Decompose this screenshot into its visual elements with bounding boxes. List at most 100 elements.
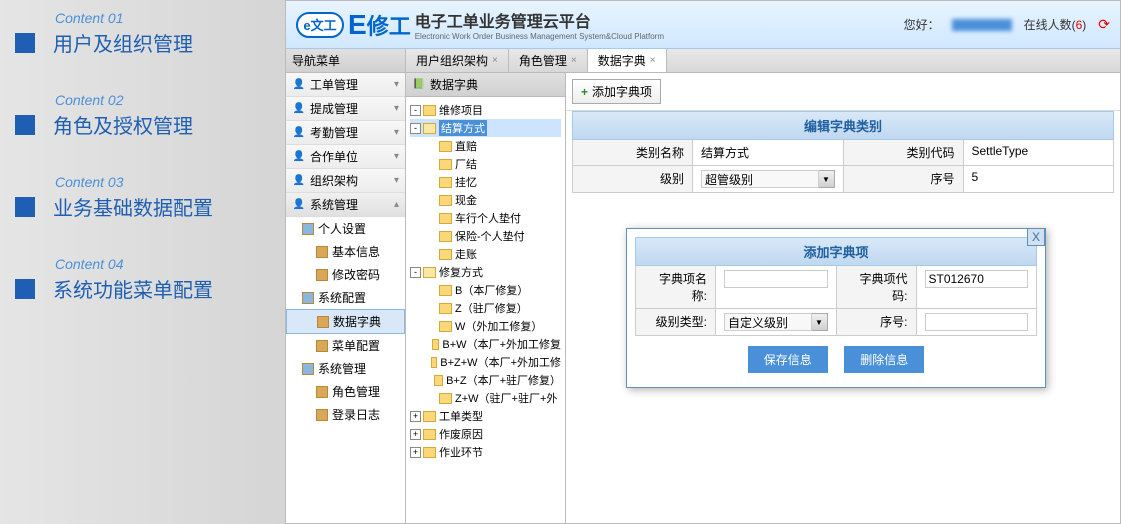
nav-item-org[interactable]: 👤组织架构▾ xyxy=(286,169,405,193)
nav-header: 导航菜单 xyxy=(286,49,405,73)
close-icon[interactable]: × xyxy=(571,55,577,66)
folder-icon xyxy=(432,339,439,350)
tree-node[interactable]: +工单类型 xyxy=(410,407,561,425)
tree-label: 作废原因 xyxy=(439,426,483,442)
tree-label: Z+W（驻厂+驻厂+外 xyxy=(455,390,557,406)
folder-icon xyxy=(439,159,452,170)
delete-button[interactable]: 删除信息 xyxy=(844,346,924,373)
save-button[interactable]: 保存信息 xyxy=(748,346,828,373)
refresh-icon[interactable]: ⟳ xyxy=(1098,16,1110,33)
close-icon[interactable]: × xyxy=(492,55,498,66)
tab-userorg[interactable]: 用户组织架构× xyxy=(406,49,509,72)
tree-toggle-icon[interactable]: - xyxy=(410,267,421,278)
tree-node[interactable]: B+W（本厂+外加工修复 xyxy=(410,335,561,353)
tree-node[interactable]: -修复方式 xyxy=(410,263,561,281)
folder-icon xyxy=(439,249,452,260)
tree-node[interactable]: Z（驻厂修复） xyxy=(410,299,561,317)
tree-node[interactable]: 保险-个人垫付 xyxy=(410,227,561,245)
folder-icon xyxy=(439,213,452,224)
tree-node[interactable]: W（外加工修复） xyxy=(410,317,561,335)
nav-item-partner[interactable]: 👤合作单位▾ xyxy=(286,145,405,169)
add-dict-button[interactable]: +添加字典项 xyxy=(572,79,661,104)
tree-node[interactable]: 走账 xyxy=(410,245,561,263)
content-label: Content 04 xyxy=(15,256,285,272)
folder-icon xyxy=(439,393,452,404)
nav-item-workorder[interactable]: 👤工单管理▾ xyxy=(286,73,405,97)
tree-label: 挂忆 xyxy=(455,174,477,190)
tree-node[interactable]: 车行个人垫付 xyxy=(410,209,561,227)
tree-node[interactable]: - 结算方式 xyxy=(410,119,561,137)
folder-icon xyxy=(423,105,436,116)
book-icon: 📗 xyxy=(412,78,426,92)
nav-sub-basicinfo[interactable]: 基本信息 xyxy=(286,240,405,263)
nav-group-sysconfig[interactable]: 系统配置 xyxy=(286,286,405,309)
person-icon: 👤 xyxy=(292,198,306,212)
value-category-name: 结算方式 xyxy=(693,140,844,165)
tree-node[interactable]: 挂忆 xyxy=(410,173,561,191)
page-icon xyxy=(316,409,328,421)
tree-label: 现金 xyxy=(455,192,477,208)
app-header: e文工 E 修工 电子工单业务管理云平台 Electronic Work Ord… xyxy=(286,1,1120,49)
folder-icon xyxy=(439,285,452,296)
nav-sub-loginlog[interactable]: 登录日志 xyxy=(286,403,405,426)
grid-icon xyxy=(302,292,314,304)
nav-group-sysmgmt[interactable]: 系统管理 xyxy=(286,357,405,380)
bullet-square xyxy=(15,197,35,217)
bullet-square xyxy=(15,115,35,135)
tree-toggle-icon[interactable]: + xyxy=(410,447,421,458)
tree-toggle-icon[interactable]: + xyxy=(410,429,421,440)
nav-sub-menuconfig[interactable]: 菜单配置 xyxy=(286,334,405,357)
chevron-down-icon: ▾ xyxy=(394,151,399,162)
label-category-name: 类别名称 xyxy=(573,140,693,165)
add-dict-dialog: X 添加字典项 字典项名称: 字典项代码: 级别类型: ▼ xyxy=(626,228,1046,388)
nav-sub-dictionary[interactable]: 数据字典 xyxy=(286,309,405,334)
tree-node[interactable]: 现金 xyxy=(410,191,561,209)
tree-header: 📗数据字典 xyxy=(406,73,565,97)
nav-item-attendance[interactable]: 👤考勤管理▾ xyxy=(286,121,405,145)
chevron-down-icon: ▾ xyxy=(394,127,399,138)
tree-node[interactable]: B+Z+W（本厂+外加工修 xyxy=(410,353,561,371)
tab-dictionary[interactable]: 数据字典× xyxy=(588,49,667,72)
nav-sub-rolemgmt[interactable]: 角色管理 xyxy=(286,380,405,403)
tree-node[interactable]: + 作废原因 xyxy=(410,425,561,443)
dict-name-input[interactable] xyxy=(724,270,828,288)
tree-label: B（本厂修复） xyxy=(455,282,528,298)
tree-node[interactable]: B（本厂修复） xyxy=(410,281,561,299)
tree-node[interactable]: B+Z（本厂+驻厂修复） xyxy=(410,371,561,389)
dialog-title: 添加字典项 xyxy=(635,237,1037,266)
value-category-code: SettleType xyxy=(964,140,1114,165)
level-dropdown[interactable] xyxy=(701,170,819,188)
chevron-down-icon: ▾ xyxy=(394,103,399,114)
tree-node[interactable]: 直赔 xyxy=(410,137,561,155)
tree-node[interactable]: 厂结 xyxy=(410,155,561,173)
close-icon[interactable]: × xyxy=(650,55,656,66)
toolbar: +添加字典项 xyxy=(566,73,1120,111)
main-content: +添加字典项 编辑字典类别 类别名称 结算方式 类别代码 SettleType … xyxy=(566,73,1120,523)
label-seq: 序号 xyxy=(844,166,964,192)
dropdown-icon[interactable]: ▼ xyxy=(819,170,835,188)
page-icon xyxy=(316,269,328,281)
nav-item-commission[interactable]: 👤提成管理▾ xyxy=(286,97,405,121)
seq-input[interactable] xyxy=(925,313,1029,331)
folder-icon xyxy=(434,375,443,386)
folder-icon xyxy=(439,141,452,152)
tree-toggle-icon[interactable]: - xyxy=(410,123,421,134)
tree-node[interactable]: Z+W（驻厂+驻厂+外 xyxy=(410,389,561,407)
dropdown-icon[interactable]: ▼ xyxy=(812,313,828,331)
dict-code-input[interactable] xyxy=(925,270,1029,288)
content-label: Content 02 xyxy=(15,92,285,108)
dialog-close-button[interactable]: X xyxy=(1027,228,1045,246)
tab-rolemgmt[interactable]: 角色管理× xyxy=(509,49,588,72)
tree-node[interactable]: -维修项目 xyxy=(410,101,561,119)
nav-sub-password[interactable]: 修改密码 xyxy=(286,263,405,286)
tree-label: 结算方式 xyxy=(439,120,487,136)
grid-icon xyxy=(302,223,314,235)
tree-label: 车行个人垫付 xyxy=(455,210,521,226)
tree-toggle-icon[interactable]: + xyxy=(410,411,421,422)
nav-item-system[interactable]: 👤系统管理▴ xyxy=(286,193,405,217)
level-type-dropdown[interactable] xyxy=(724,313,812,331)
logo-text: 修工 xyxy=(367,9,411,41)
tree-node[interactable]: +作业环节 xyxy=(410,443,561,461)
nav-group-personal[interactable]: 个人设置 xyxy=(286,217,405,240)
tree-toggle-icon[interactable]: - xyxy=(410,105,421,116)
